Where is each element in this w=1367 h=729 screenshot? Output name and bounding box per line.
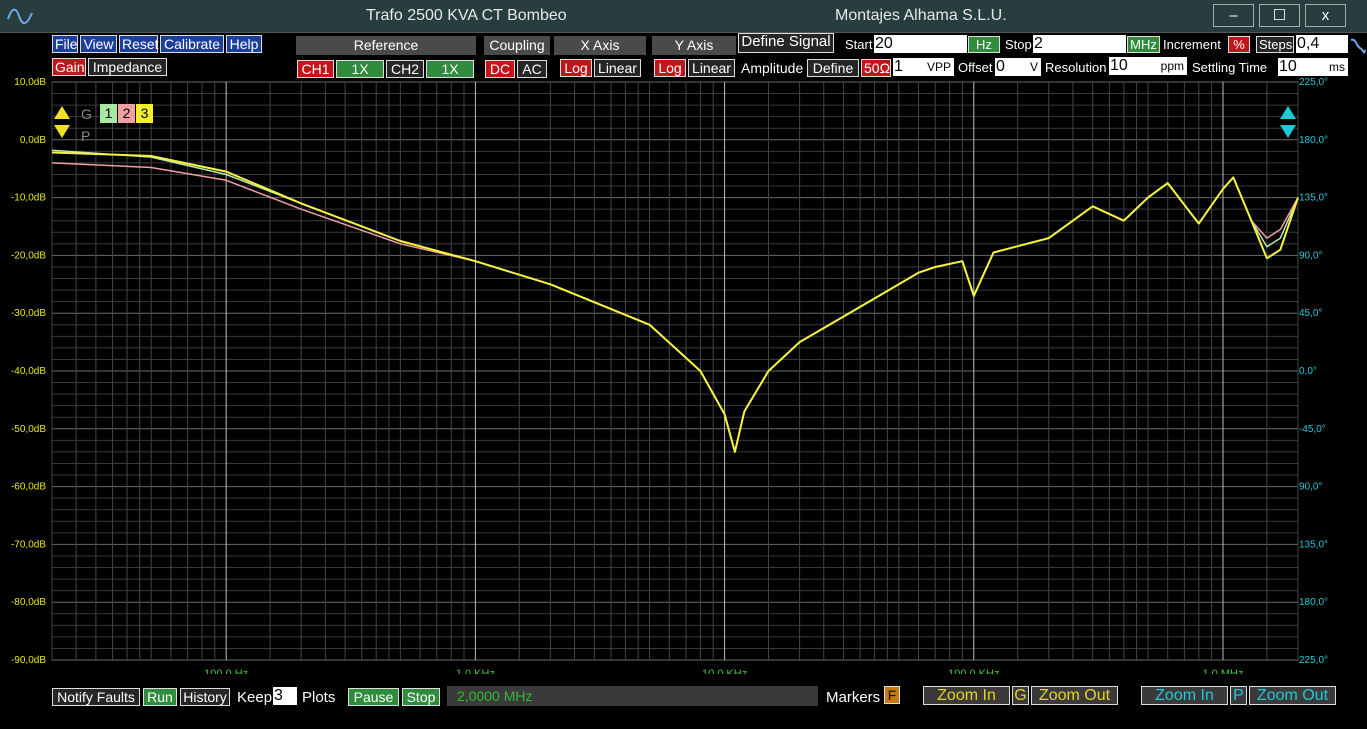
plot-3-toggle[interactable]: 3 [136, 104, 153, 123]
phase-zoom-in-button[interactable]: Zoom In [1141, 686, 1228, 705]
phase-axis-select[interactable]: P [1230, 686, 1247, 705]
gain-tick-label: 10,0dB [14, 77, 46, 88]
help-menu[interactable]: Help [226, 35, 262, 53]
stop-unit-button[interactable]: MHz [1127, 36, 1160, 53]
coupling-header: Coupling [484, 36, 550, 55]
gain-selector-label: G [81, 106, 92, 122]
increment-percent-button[interactable]: % [1228, 36, 1250, 53]
resolution-value: 10 [1110, 57, 1128, 74]
phase-tick-label: 225,0° [1299, 655, 1328, 666]
gain-tick-label: 0,0dB [20, 135, 46, 146]
resolution-unit: ppm [1160, 59, 1184, 73]
x-tick-label: 1,0 KHz [456, 668, 495, 674]
x-tick-label: 100,0 Hz [204, 668, 248, 674]
title-bar: Trafo 2500 KVA CT Bombeo Montajes Alhama… [0, 0, 1367, 33]
gain-tick-label: -80,0dB [11, 597, 46, 608]
phase-axis-arrows-icon[interactable] [1279, 104, 1297, 140]
app-logo-icon [7, 8, 33, 25]
x-tick-label: 10,0 KHz [702, 668, 747, 674]
gain-tick-label: -20,0dB [11, 250, 46, 261]
gain-tick-label: -70,0dB [11, 539, 46, 550]
phase-tick-label: 135,0° [1299, 193, 1328, 204]
reference-header: Reference [296, 36, 476, 55]
start-input[interactable]: 20 [874, 35, 967, 53]
phase-tick-label: -45,0° [1299, 424, 1326, 435]
gain-axis-arrows-icon[interactable] [53, 104, 71, 140]
start-label: Start [845, 37, 873, 52]
x-axis-header: X Axis [554, 36, 646, 55]
phase-tick-label: 135,0° [1299, 539, 1328, 550]
resolution-label: Resolution [1045, 60, 1107, 75]
settling-time-label: Settling Time [1192, 60, 1268, 75]
gain-tick-label: -10,0dB [11, 193, 46, 204]
phase-tick-label: 0,0° [1299, 366, 1317, 377]
history-button[interactable]: History [180, 688, 230, 706]
gain-tick-label: -60,0dB [11, 482, 46, 493]
amplitude-value: 1 [894, 58, 903, 75]
start-unit-button[interactable]: Hz [968, 36, 1000, 53]
increment-label: Increment [1163, 37, 1221, 52]
frequency-status: 2,0000 MHz [447, 686, 818, 706]
notify-faults-button[interactable]: Notify Faults [52, 688, 140, 706]
offset-value: 0 [996, 58, 1005, 75]
stop-input[interactable]: 2 [1033, 35, 1126, 53]
steps-button[interactable]: Steps [1256, 36, 1294, 53]
define-signal-button[interactable]: Define Signal [738, 33, 834, 53]
x-tick-label: 1,0 MHz [1202, 668, 1243, 674]
gain-tick-label: -40,0dB [11, 366, 46, 377]
phase-zoom-out-button[interactable]: Zoom Out [1249, 686, 1336, 705]
phase-tick-label: 90,0° [1299, 250, 1322, 261]
plots-label: Plots [302, 689, 336, 706]
file-menu[interactable]: File [52, 35, 78, 53]
markers-flag-button[interactable]: F [884, 686, 900, 704]
pause-button[interactable]: Pause [348, 688, 399, 706]
gain-axis-select[interactable]: G [1012, 686, 1029, 705]
phase-tick-label: 180,0° [1299, 597, 1328, 608]
side-wave-icon [1350, 38, 1366, 54]
reset-button[interactable]: Reset [119, 35, 159, 53]
minimize-button[interactable]: – [1213, 4, 1254, 27]
company-name: Montajes Alhama S.L.U. [835, 7, 1007, 24]
markers-label: Markers [826, 689, 881, 706]
keep-input[interactable]: 3 [273, 687, 297, 705]
y-axis-header: Y Axis [652, 36, 736, 55]
gain-tick-label: -50,0dB [11, 424, 46, 435]
stop-button[interactable]: Stop [402, 688, 440, 706]
keep-label: Keep [237, 689, 273, 706]
calibrate-button[interactable]: Calibrate [160, 35, 224, 53]
phase-tick-label: 180,0° [1299, 135, 1328, 146]
plot-2-toggle[interactable]: 2 [118, 104, 135, 123]
stop-label: Stop [1005, 37, 1032, 52]
plot-1-toggle[interactable]: 1 [100, 104, 117, 123]
bode-plot[interactable]: 100,0 Hz 1,0 KHz 10,0 KHz 100,0 KHz 1,0 MHz 1… [0, 74, 1367, 674]
phase-selector-label: P [81, 128, 91, 144]
x-tick-label: 100,0 KHz [948, 668, 999, 674]
gain-tick-label: -30,0dB [11, 308, 46, 319]
resolution-input[interactable]: 10 ppm [1109, 57, 1187, 75]
phase-tick-label: 45,0° [1299, 308, 1322, 319]
offset-label: Offset [958, 60, 993, 75]
window-title: Trafo 2500 KVA CT Bombeo [366, 7, 567, 24]
run-button[interactable]: Run [143, 688, 177, 706]
settling-time-value: 10 [1279, 58, 1297, 75]
phase-tick-label: 90,0° [1299, 482, 1322, 493]
gain-zoom-in-button[interactable]: Zoom In [923, 686, 1010, 705]
close-button[interactable]: x [1305, 4, 1346, 27]
maximize-button[interactable]: ☐ [1259, 4, 1300, 27]
gain-tick-label: -90,0dB [11, 655, 46, 666]
gain-zoom-out-button[interactable]: Zoom Out [1031, 686, 1118, 705]
phase-tick-label: 225,0° [1299, 77, 1328, 88]
steps-input[interactable]: 0,4 [1296, 35, 1348, 53]
view-menu[interactable]: View [80, 35, 117, 53]
